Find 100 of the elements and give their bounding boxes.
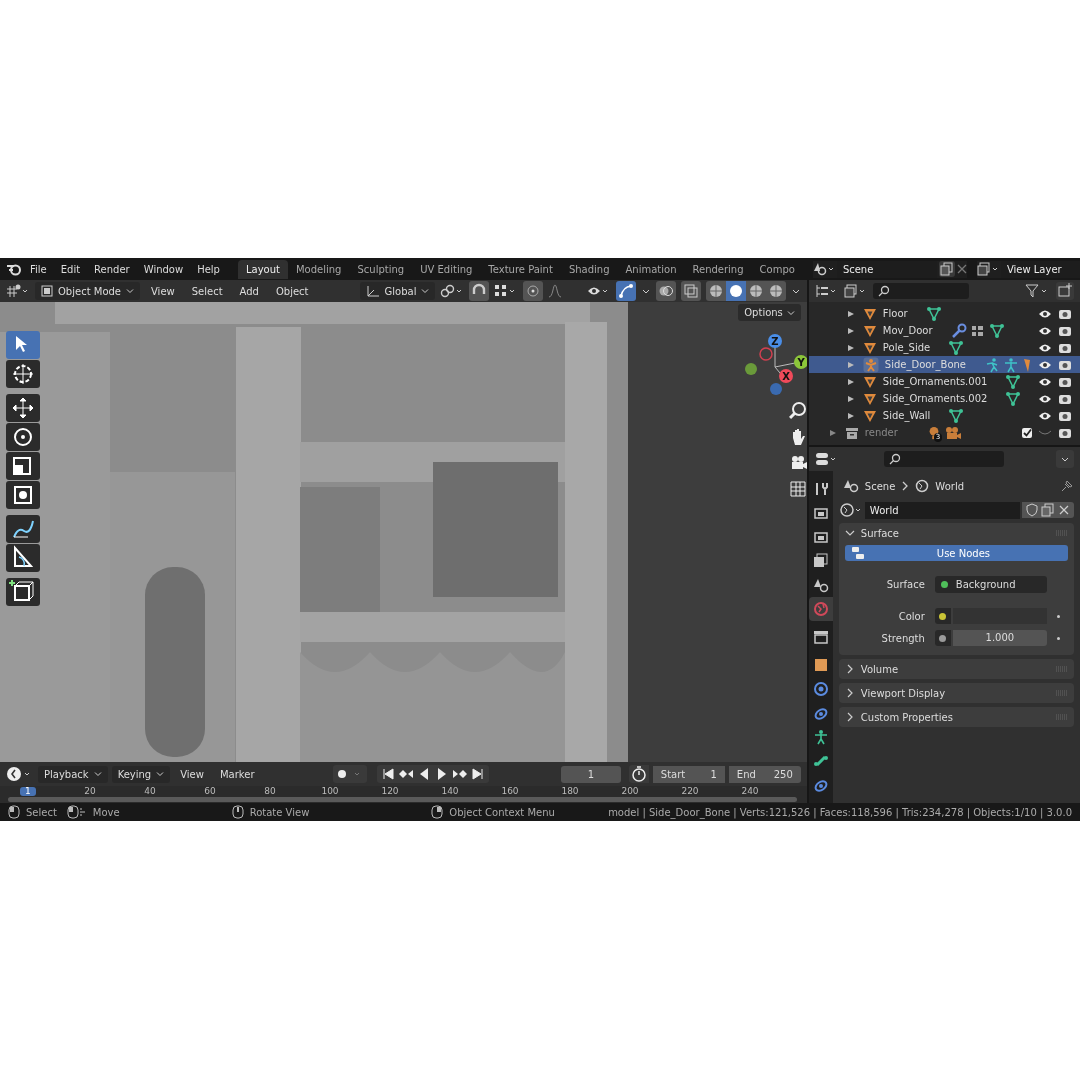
menu-item[interactable]: Select	[185, 283, 229, 299]
add-cube-icon[interactable]	[6, 578, 40, 606]
workspace-tab[interactable]: UV Editing	[412, 259, 481, 279]
annotate-icon[interactable]	[6, 515, 40, 543]
object-triangle-icon[interactable]	[862, 323, 877, 338]
gizmo-toggle-icon[interactable]	[615, 281, 636, 301]
outliner-row[interactable]: Side_Door_Bone	[808, 356, 1080, 373]
panel-header[interactable]: Viewport Display	[838, 683, 1074, 703]
mesh-data-icon[interactable]	[988, 322, 1005, 339]
render-camera-icon[interactable]	[1058, 307, 1072, 320]
socket-button[interactable]	[934, 630, 951, 646]
menu-item[interactable]: View	[145, 283, 181, 299]
playhead-frame[interactable]: 1	[20, 787, 36, 796]
stick-figure-icon[interactable]	[1003, 356, 1019, 373]
workspace-tab[interactable]: Layout	[237, 259, 288, 279]
proportional-edit-icon[interactable]	[523, 281, 544, 301]
panel-header[interactable]: Custom Properties	[838, 707, 1074, 727]
render-camera-icon[interactable]	[1058, 426, 1072, 439]
select-cursor-icon[interactable]	[6, 331, 40, 359]
render-camera-icon[interactable]	[1058, 392, 1072, 405]
current-frame-field[interactable]: 1	[560, 765, 621, 783]
end-frame-field[interactable]: End 250	[728, 765, 801, 783]
stopwatch-icon[interactable]	[628, 765, 649, 783]
running-figure-icon[interactable]	[984, 356, 1000, 373]
mode-dropdown[interactable]: Object Mode	[35, 282, 140, 300]
measure-icon[interactable]	[6, 544, 40, 572]
outliner-row[interactable]: Side_Wall	[808, 407, 1080, 424]
use-nodes-button[interactable]: Use Nodes	[844, 545, 1068, 561]
pin-icon[interactable]	[1060, 479, 1074, 493]
workspace-tab[interactable]: Texture Paint	[480, 259, 561, 279]
render-camera-icon[interactable]	[1058, 341, 1072, 354]
exclude-checkbox[interactable]	[1022, 427, 1032, 438]
workspace-tab[interactable]: Compo	[751, 259, 803, 279]
menu-item[interactable]: Object	[269, 283, 315, 299]
outliner-row[interactable]: Floor	[808, 305, 1080, 322]
timeline-ruler[interactable]: 1 20 40 60 80 100 120 140 160 180 200 220 240	[0, 786, 807, 803]
scene-icon[interactable]	[812, 262, 835, 276]
move-icon[interactable]	[6, 394, 40, 422]
overlays-icon[interactable]	[655, 281, 676, 301]
render-camera-icon[interactable]	[1058, 324, 1072, 337]
mesh-data-icon[interactable]	[925, 305, 942, 322]
menu-item[interactable]: Help	[191, 261, 226, 277]
shading-mode-icon[interactable]	[725, 281, 746, 301]
rotate-icon[interactable]	[6, 423, 40, 451]
menu-item[interactable]: Edit	[54, 261, 87, 277]
object-triangle-icon[interactable]	[862, 374, 877, 389]
menu-item[interactable]: Add	[233, 283, 265, 299]
xray-icon[interactable]	[680, 281, 701, 301]
duplicate-icon[interactable]	[938, 261, 955, 277]
start-frame-field[interactable]: Start 1	[652, 765, 725, 783]
render-camera-icon[interactable]	[1058, 409, 1072, 422]
new-collection-icon[interactable]	[1056, 282, 1074, 300]
menu-item[interactable]: Render	[88, 261, 136, 277]
orientation-dropdown[interactable]: Global	[359, 282, 436, 300]
object-triangle-icon[interactable]	[862, 340, 877, 355]
render-camera-icon[interactable]	[1058, 375, 1072, 388]
menu-item[interactable]: Window	[137, 261, 190, 277]
viewport[interactable]: Options Z Y X	[0, 302, 807, 762]
search-field[interactable]	[883, 451, 1004, 467]
mesh-data-icon[interactable]	[1005, 390, 1022, 407]
view-layer-icon[interactable]	[976, 262, 999, 276]
panel-header[interactable]: Surface	[838, 523, 1074, 543]
menu-item[interactable]: File	[24, 261, 53, 277]
outliner-row[interactable]: Mov_Door	[808, 322, 1080, 339]
workspace-tab[interactable]: Rendering	[684, 259, 752, 279]
search-field[interactable]	[872, 283, 969, 299]
grid-icon[interactable]	[787, 478, 807, 500]
object-triangle-icon[interactable]	[862, 408, 877, 423]
panel-header[interactable]: Volume	[838, 659, 1074, 679]
render-camera-icon[interactable]	[1058, 358, 1072, 371]
mesh-data-icon[interactable]	[948, 407, 965, 424]
zoom-icon[interactable]	[787, 400, 807, 422]
outliner-row[interactable]: Side_Ornaments.001	[808, 373, 1080, 390]
jump-end-icon[interactable]	[469, 766, 486, 782]
outliner-row[interactable]: Pole_Side	[808, 339, 1080, 356]
options-button[interactable]: Options	[738, 304, 801, 321]
transform-icon[interactable]	[6, 481, 40, 509]
camera-icon[interactable]	[943, 424, 962, 441]
socket-button[interactable]	[934, 608, 951, 624]
workspace-tab[interactable]: Shading	[560, 259, 618, 279]
outliner-row[interactable]: Side_Ornaments.002	[808, 390, 1080, 407]
3d-cursor-icon[interactable]	[6, 360, 40, 388]
editor-type-icon[interactable]	[6, 284, 30, 298]
app-logo-icon[interactable]	[6, 262, 22, 276]
mesh-data-icon[interactable]	[948, 339, 965, 356]
workspace-tab[interactable]: Animation	[617, 259, 685, 279]
datablock-buttons[interactable]	[1022, 502, 1074, 518]
workspace-tab[interactable]: Sculpting	[349, 259, 413, 279]
menu-item[interactable]: Keying	[111, 765, 171, 783]
snap-magnet-icon[interactable]	[469, 281, 490, 301]
object-triangle-icon[interactable]	[862, 306, 877, 321]
menu-item[interactable]: View	[174, 766, 210, 782]
wrench-icon[interactable]	[950, 322, 967, 339]
keyframe-dot-icon[interactable]	[1056, 614, 1060, 618]
record-icon[interactable]	[332, 765, 367, 783]
timeline-scrollbar[interactable]	[8, 797, 797, 802]
world-tab-icon[interactable]	[808, 597, 833, 621]
shader-dropdown[interactable]: Background	[934, 575, 1047, 593]
strength-field[interactable]: 1.000	[952, 630, 1047, 646]
scale-icon[interactable]	[6, 452, 40, 480]
